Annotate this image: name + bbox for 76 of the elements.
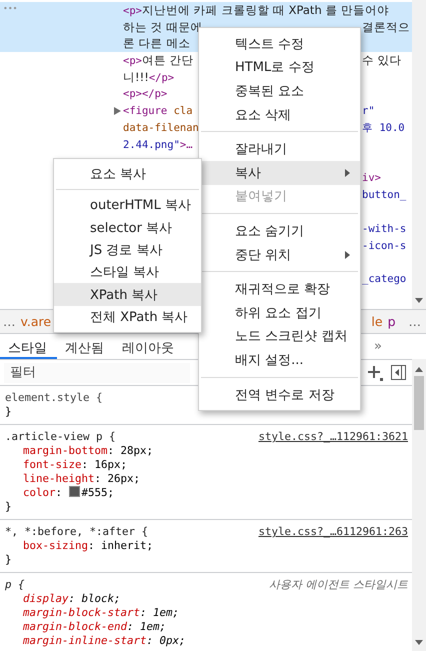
menu-item[interactable]: 요소 복사: [54, 163, 201, 186]
menu-item[interactable]: outerHTML 복사: [54, 194, 201, 217]
scroll-down-icon[interactable]: [415, 640, 423, 645]
panel-tab[interactable]: 계산됨: [57, 334, 114, 359]
menu-item[interactable]: 요소 숨기기: [199, 219, 360, 243]
menu-item[interactable]: HTML로 수정: [199, 56, 360, 80]
menu-item[interactable]: 재귀적으로 확장: [199, 277, 360, 301]
breadcrumb-item[interactable]: le: [371, 314, 383, 329]
menu-item[interactable]: 전체 XPath 복사: [54, 306, 201, 328]
menu-item[interactable]: 하위 요소 접기: [199, 300, 360, 325]
menu-item[interactable]: 중단 위치: [199, 242, 360, 266]
html-code-text: 후 10.0: [362, 122, 405, 134]
stylesheet-link[interactable]: style.css?_…112961:3621: [258, 430, 408, 444]
scrollbar-thumb[interactable]: [414, 376, 424, 430]
stylesheet-source: 사용자 에이전트 스타일시트: [269, 578, 408, 592]
css-declaration: color: #555;: [22, 486, 116, 500]
filter-field[interactable]: 필터: [4, 362, 190, 382]
html-code-text: 결론적으: [362, 22, 410, 34]
html-code-text: iv>: [362, 172, 381, 184]
html-code-text: -icon-s: [362, 240, 406, 252]
html-code-text: _catego: [362, 273, 406, 286]
closing-brace: }: [5, 405, 13, 419]
stylesheet-link[interactable]: style.css?_…6112961:263: [258, 525, 408, 539]
breadcrumb-item[interactable]: p: [388, 314, 396, 329]
css-declaration: line-height: 26px;: [22, 472, 142, 486]
menu-item[interactable]: 텍스트 수정: [199, 32, 360, 56]
panel-tab[interactable]: 레이아웃: [114, 334, 184, 359]
css-selector: p {: [5, 578, 25, 592]
html-code-text: <figure cla: [123, 105, 193, 118]
menu-item[interactable]: 잘라내기: [199, 137, 360, 161]
menu-item[interactable]: 복사: [199, 160, 360, 185]
html-code-text: <p>여튼 간단: [123, 55, 194, 68]
css-declaration: display: block;: [22, 592, 122, 606]
html-code-text: -with-s: [362, 222, 406, 235]
menu-item[interactable]: 노드 스크린샷 캡처: [199, 324, 360, 348]
menu-item[interactable]: 스타일 복사: [54, 261, 201, 284]
breadcrumb-more[interactable]: …: [408, 314, 421, 329]
breadcrumb-item[interactable]: v.are: [20, 314, 52, 329]
css-selector: .article-view p {: [5, 430, 116, 444]
css-selector: *, *:before, *:after {: [5, 525, 148, 539]
scrollbar[interactable]: [412, 0, 426, 309]
html-code-text: <p></p>: [123, 88, 168, 100]
css-declaration: margin-bottom: 28px;: [22, 444, 154, 458]
html-code-text: 수 있다: [362, 55, 402, 68]
html-code-text: 니!!!</p>: [123, 72, 174, 84]
html-code-text: 2.44.png">…: [123, 138, 193, 151]
menu-item[interactable]: selector 복사: [54, 216, 201, 239]
closing-brace: }: [5, 553, 13, 567]
menu-item[interactable]: 중복된 요소: [199, 79, 360, 103]
menu-item[interactable]: 배지 설정...: [199, 348, 360, 372]
html-code-text: 론 다른 메소: [123, 38, 190, 50]
panel-tab[interactable]: 스타일: [0, 334, 57, 359]
html-code-text: <p>지난번에 카페 크롤링할 때 XPath 를 만들어야: [123, 4, 390, 17]
css-declaration: margin-inline-start: 0px;: [22, 634, 187, 648]
menu-item[interactable]: JS 경로 복사: [54, 238, 201, 262]
html-code-text: data-filenan: [123, 122, 199, 134]
expand-triangle-icon[interactable]: [114, 107, 121, 116]
html-code-text: button_: [362, 189, 406, 202]
closing-brace: }: [5, 500, 13, 514]
add-rule-icon[interactable]: [367, 364, 383, 380]
scrollbar[interactable]: [412, 359, 426, 651]
css-declaration: font-size: 16px;: [22, 458, 128, 472]
menu-item[interactable]: XPath 복사: [54, 283, 201, 306]
breadcrumb-more[interactable]: …: [3, 314, 16, 329]
scroll-down-icon[interactable]: [415, 298, 423, 303]
scroll-up-icon[interactable]: [415, 367, 423, 372]
more-tabs-button[interactable]: »: [374, 334, 426, 359]
css-declaration: margin-block-end: 1em;: [22, 620, 168, 634]
sidebar-toggle-icon[interactable]: [391, 365, 406, 380]
html-code-text: r": [362, 105, 375, 118]
css-declaration: box-sizing: inherit;: [22, 539, 154, 553]
css-declaration: margin-block-start: 1em;: [22, 606, 180, 620]
gutter-dots: •••: [3, 3, 18, 15]
menu-item[interactable]: 전역 변수로 저장: [199, 382, 360, 406]
menu-item[interactable]: 요소 삭제: [199, 102, 360, 126]
css-selector: element.style {: [5, 391, 103, 405]
